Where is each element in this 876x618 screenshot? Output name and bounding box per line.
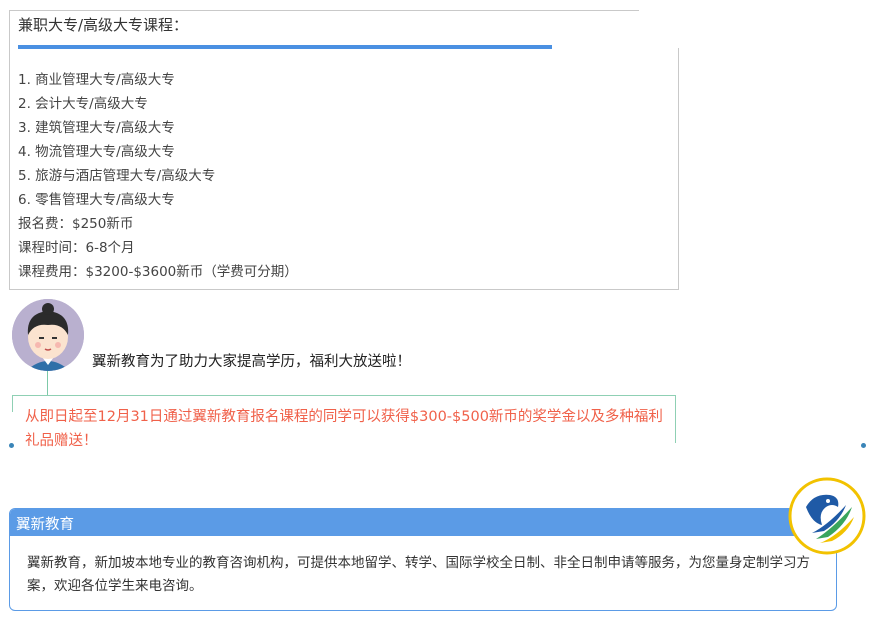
list-item: 2. 会计大专/高级大专 — [18, 96, 148, 112]
bullet-dot-right — [861, 443, 866, 448]
org-card-header — [10, 509, 836, 536]
list-item: 报名费：$250新币 — [18, 216, 134, 232]
org-title: 翼新教育 — [16, 517, 74, 533]
course-list: 1. 商业管理大专/高级大专 2. 会计大专/高级大专 3. 建筑管理大专/高级… — [18, 68, 298, 284]
logo — [788, 477, 866, 555]
list-item: 5. 旅游与酒店管理大专/高级大专 — [18, 168, 216, 184]
list-item: 3. 建筑管理大专/高级大专 — [18, 120, 175, 136]
avatar — [12, 299, 84, 371]
course-box-top-border — [10, 10, 639, 11]
list-item: 1. 商业管理大专/高级大专 — [18, 72, 175, 88]
list-item: 课程时间：6-8个月 — [18, 240, 135, 256]
notice-text: 从即日起至12月31日通过翼新教育报名课程的同学可以获得$300-$500新币的… — [25, 409, 663, 449]
promo-headline: 翼新教育为了助力大家提高学历，福利大放送啦！ — [92, 354, 411, 370]
list-item: 6. 零售管理大专/高级大专 — [18, 192, 175, 208]
avatar-connector-line — [47, 371, 48, 395]
course-box-right-border — [678, 48, 679, 290]
notice-box-left-border — [12, 396, 13, 412]
list-item: 4. 物流管理大专/高级大专 — [18, 144, 175, 160]
course-section-title: 兼职大专/高级大专课程： — [18, 16, 189, 34]
org-description: 翼新教育，新加坡本地专业的教育咨询机构，可提供本地留学、转学、国际学校全日制、非… — [27, 555, 810, 594]
bullet-dot-left — [9, 443, 14, 448]
cartoon-student-icon — [12, 299, 84, 371]
title-underline-bar — [18, 45, 552, 49]
list-item: 课程费用：$3200-$3600新币（学费可分期） — [18, 264, 298, 280]
merlion-logo-icon — [788, 477, 866, 555]
